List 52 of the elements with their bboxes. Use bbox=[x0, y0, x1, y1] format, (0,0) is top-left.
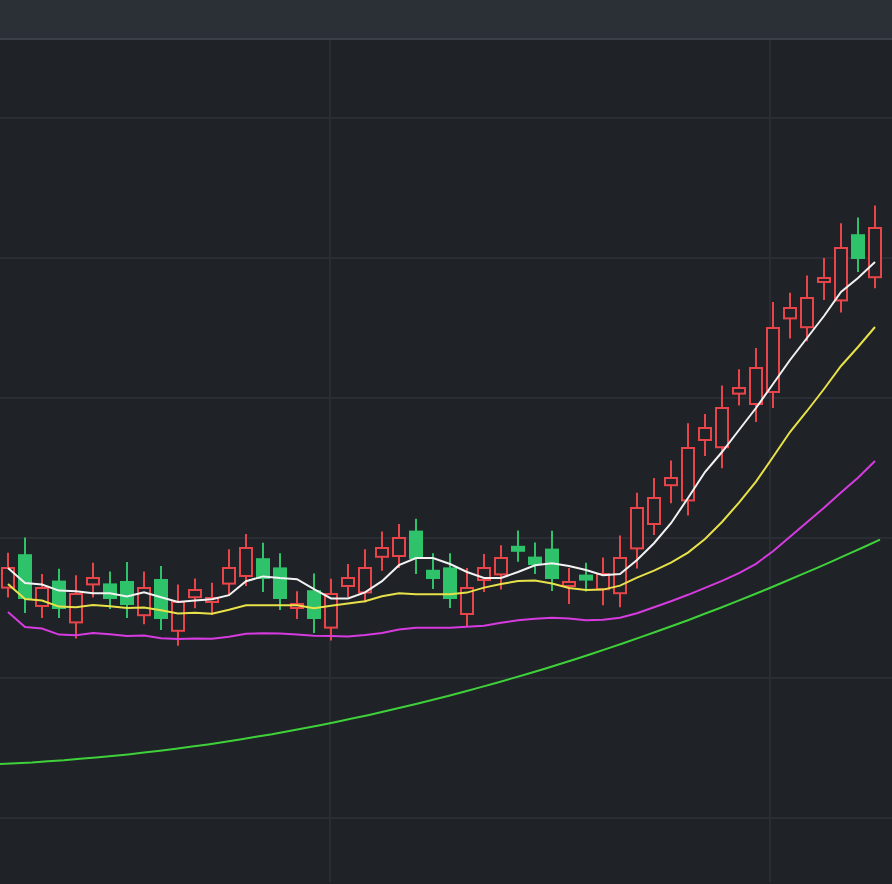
candlestick bbox=[715, 384, 729, 470]
candlestick bbox=[171, 583, 185, 647]
candlestick bbox=[18, 536, 32, 614]
candlestick bbox=[494, 544, 508, 591]
candlestick bbox=[443, 552, 457, 609]
candlestick bbox=[290, 590, 304, 620]
candlestick bbox=[273, 552, 287, 611]
candlestick bbox=[579, 561, 593, 593]
candlestick bbox=[868, 204, 882, 290]
candlestick bbox=[358, 548, 372, 604]
candlestick bbox=[307, 572, 321, 634]
candlestick bbox=[630, 491, 644, 570]
candlestick bbox=[562, 567, 576, 605]
candlestick bbox=[460, 567, 474, 628]
candlestick bbox=[732, 368, 746, 407]
candlestick bbox=[545, 529, 559, 592]
candlestick bbox=[205, 581, 219, 616]
candlestick bbox=[35, 573, 49, 619]
candlestick bbox=[511, 529, 525, 563]
candlestick bbox=[783, 291, 797, 340]
candlestick bbox=[324, 577, 338, 642]
candlestick bbox=[426, 552, 440, 590]
candlestick bbox=[477, 553, 491, 593]
candlestick bbox=[86, 561, 100, 599]
candlestick bbox=[528, 541, 542, 575]
candlestick bbox=[137, 570, 151, 626]
candlestick bbox=[392, 523, 406, 569]
candlestick bbox=[188, 577, 202, 610]
candlestick bbox=[239, 533, 253, 587]
candlestick bbox=[800, 274, 814, 343]
candlestick bbox=[664, 459, 678, 505]
candlestick bbox=[1, 551, 15, 599]
candlestick bbox=[749, 347, 763, 423]
candlestick bbox=[698, 413, 712, 457]
candlestick bbox=[596, 556, 610, 607]
candlestick bbox=[52, 567, 66, 619]
candlestick bbox=[341, 563, 355, 598]
candlestick bbox=[647, 477, 661, 536]
candlestick bbox=[834, 222, 848, 314]
candlestick bbox=[613, 534, 627, 609]
candlestick bbox=[766, 301, 780, 409]
candlestick bbox=[681, 422, 695, 517]
candlestick bbox=[409, 517, 423, 575]
candlestick bbox=[375, 530, 389, 572]
candlestick bbox=[120, 561, 134, 619]
candlestick bbox=[851, 216, 865, 273]
candlestick bbox=[256, 541, 270, 593]
candlestick bbox=[103, 570, 117, 610]
candlestick bbox=[817, 257, 831, 301]
candlestick bbox=[154, 565, 168, 631]
candlestick bbox=[69, 574, 83, 640]
candlestick bbox=[222, 548, 236, 597]
